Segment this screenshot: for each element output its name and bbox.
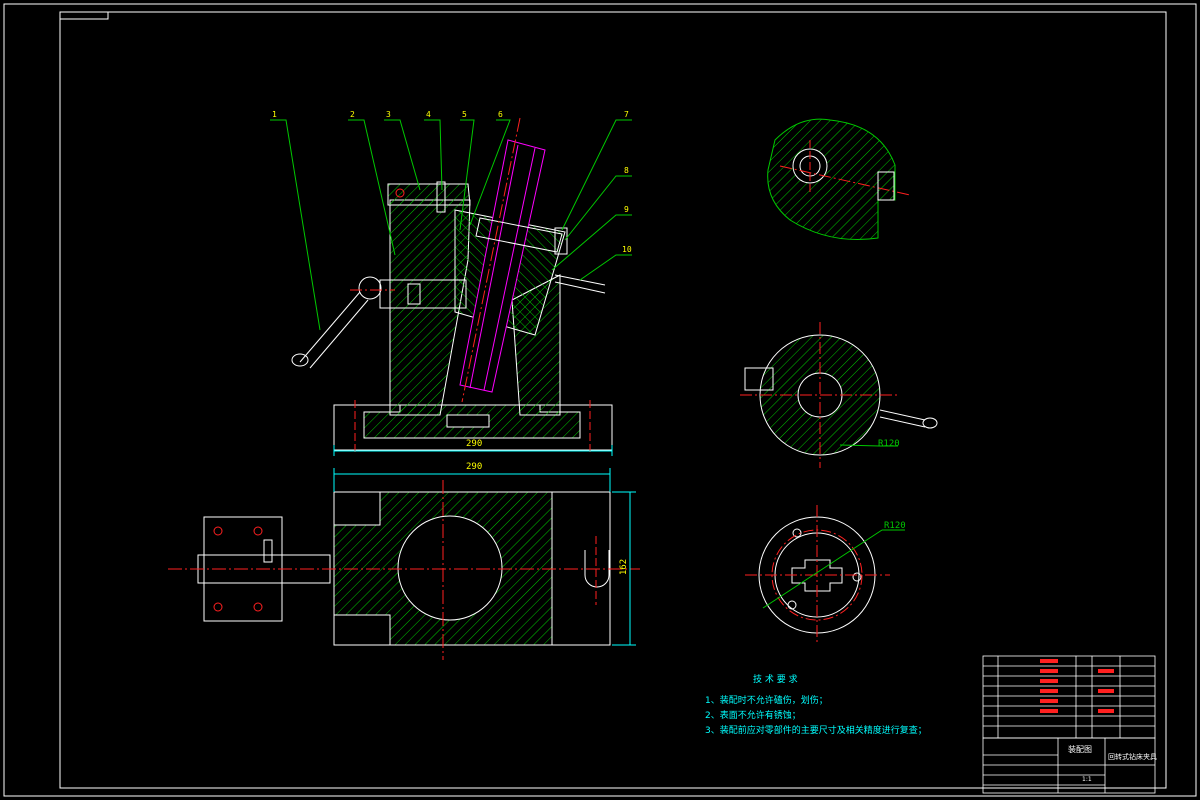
balloon-6: 6	[498, 110, 503, 119]
dim-radius-b: R120	[884, 521, 906, 531]
detail-cam-section	[767, 118, 911, 241]
balloon-7: 7	[624, 110, 629, 119]
front-section-view	[291, 117, 613, 456]
balloon-1: 1	[272, 110, 277, 119]
detail-index-disc	[740, 322, 938, 468]
dim-radius-a: R120	[878, 439, 900, 449]
tech-requirements: 技 术 要 求 1、装配时不允许磕伤，划伤； 2、表面不允许有锈蚀； 3、装配前…	[705, 673, 927, 739]
balloon-2: 2	[350, 110, 355, 119]
part-name: 回转式钻床夹具	[1108, 753, 1157, 761]
tech-requirement-2: 2、表面不允许有锈蚀；	[705, 711, 801, 721]
detail-bottom-plate	[745, 505, 905, 645]
title-block	[982, 655, 1156, 794]
balloon-8: 8	[624, 166, 629, 175]
sheet-scale: 1:1	[1082, 776, 1092, 783]
top-view	[168, 468, 640, 660]
outer-border	[3, 3, 1197, 797]
drawing-name: 装配图	[1068, 745, 1092, 754]
balloon-3: 3	[386, 110, 391, 119]
tech-requirements-title: 技 术 要 求	[753, 675, 798, 685]
tech-requirement-1: 1、装配时不允许磕伤，划伤；	[705, 696, 828, 706]
cad-drawing-canvas	[3, 3, 1197, 797]
dim-top-width: 290	[466, 462, 483, 472]
inner-border	[59, 11, 1167, 789]
balloon-5: 5	[462, 110, 467, 119]
corner-code-box	[59, 11, 109, 20]
balloon-4: 4	[426, 110, 431, 119]
dim-top-height: 162	[619, 558, 630, 576]
dim-front-width: 290	[466, 439, 483, 449]
balloon-9: 9	[624, 205, 629, 214]
tech-requirement-3: 3、装配前应对零部件的主要尺寸及相关精度进行复查；	[705, 726, 927, 736]
balloon-10: 10	[622, 245, 632, 254]
